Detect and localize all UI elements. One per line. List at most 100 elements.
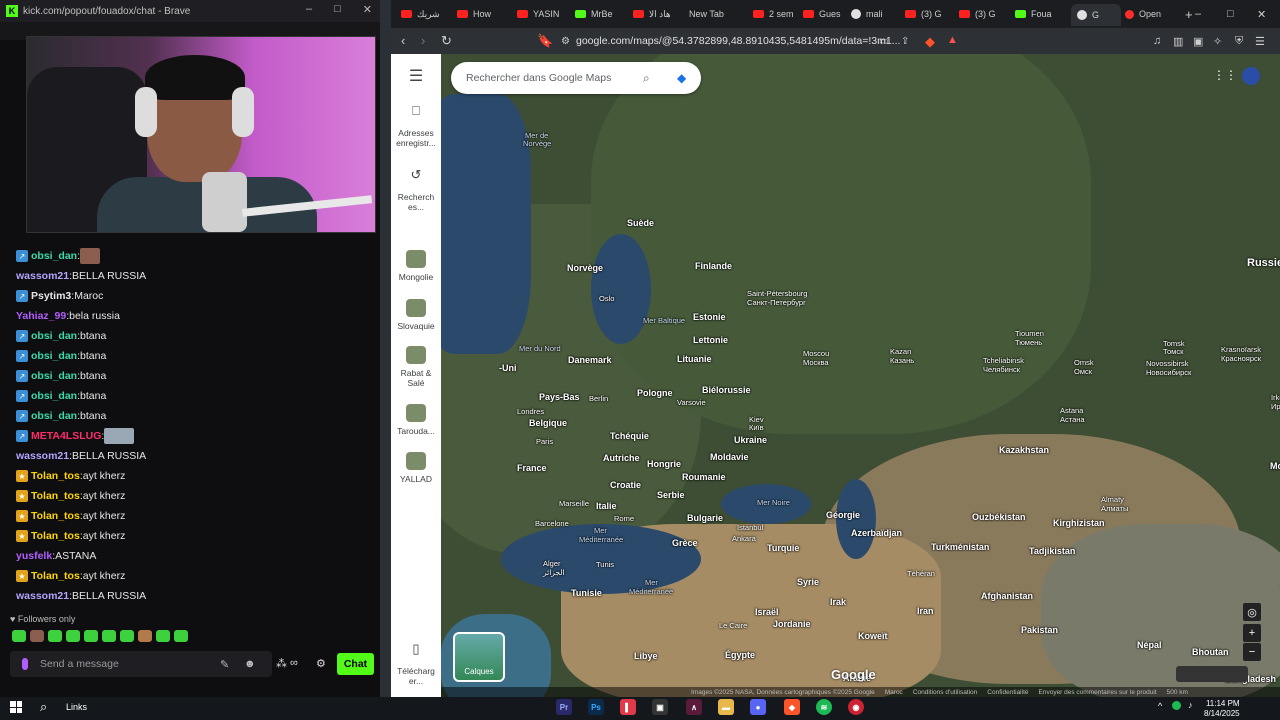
map-label[interactable]: Lettonie [693,335,728,345]
emote-icon[interactable] [30,630,44,642]
minimize-button[interactable]: – [306,3,312,16]
camera-icon[interactable]: ▣ [652,699,668,715]
browser-tab[interactable]: New Tab [689,5,749,23]
chat-username[interactable]: Tolan_tos [31,530,80,542]
sidebar-item[interactable]: Slovaquie [391,299,441,331]
sidebar-item[interactable]: ⎕ Adresses enregistr... [391,104,441,148]
after-effects-icon[interactable]: ∧ [686,699,702,715]
map-label[interactable]: Rome [614,514,634,523]
zoom-out-button[interactable]: − [1243,643,1261,661]
feedback-link[interactable]: Envoyer des commentaires sur le produit [1039,689,1157,696]
browser-tab[interactable]: (3) G [905,5,955,23]
chat-username[interactable]: obsi_dan [31,330,77,342]
site-info-icon[interactable]: ⚙ [561,36,570,47]
map-label[interactable]: Bhoutan [1192,647,1229,657]
map-label[interactable]: Ouzbékistan [972,512,1026,522]
map-label[interactable]: Estonie [693,312,726,322]
browser-tab[interactable]: Foua [1015,5,1067,23]
map-label[interactable]: Томск [1163,347,1183,356]
map-label[interactable]: Irak [830,597,846,607]
map-canvas[interactable]: Russie Suède Finlande Norvège Oslo Saint-Péte… [441,54,1280,697]
map-label[interactable]: Mongolie [1270,461,1280,471]
obs-icon[interactable]: ◉ [848,699,864,715]
map-label[interactable]: Tioumen [1015,329,1044,338]
map-label[interactable]: Tcheliabinsk [983,356,1024,365]
map-label[interactable]: Mer [594,526,607,535]
map-label[interactable]: Almaty [1101,495,1124,504]
chat-input[interactable]: Send a message ✎ ☻ [10,651,272,677]
browser-tab[interactable]: هاد الا [633,5,685,23]
chat-username[interactable]: wassom21 [16,270,69,282]
map-label[interactable]: Красноярск [1221,354,1261,363]
map-label[interactable]: Алматы [1101,504,1128,513]
maximize-button[interactable]: □ [1227,5,1234,23]
map-label[interactable]: Oslo [599,294,614,303]
url-field[interactable]: google.com/maps/@54.3782899,48.8910435,5… [576,35,900,47]
map-label[interactable]: Iran [917,606,934,616]
map-label[interactable]: Autriche [603,453,640,463]
chat-username[interactable]: Yahiaz_99 [16,310,66,322]
map-label[interactable]: Serbie [657,490,685,500]
map-label[interactable]: Azerbaïdjan [851,528,902,538]
volume-icon[interactable]: ♪ [1188,700,1193,710]
map-label[interactable]: Bulgarie [687,513,723,523]
chat-username[interactable]: Tolan_tos [31,470,80,482]
browser-tab[interactable]: mali [851,5,901,23]
sidebar-item[interactable]: ↺ Recherch es... [391,168,441,212]
map-label[interactable]: Roumanie [682,472,726,482]
brave-rewards-icon[interactable]: ▲ [947,34,958,46]
windows-start-icon[interactable] [10,701,22,713]
map-label[interactable]: Téhéran [907,569,935,578]
map-label[interactable]: Челябинск [983,365,1020,374]
chat-username[interactable]: wassom21 [16,450,69,462]
install-icon[interactable]: ▭ [879,36,888,47]
emote-icon[interactable] [102,630,116,642]
brave-taskbar-icon[interactable]: ◆ [784,699,800,715]
avatar[interactable] [1242,67,1260,85]
close-button[interactable]: ✕ [363,3,372,16]
search-icon[interactable]: ⌕ [643,71,650,86]
chat-username[interactable]: obsi_dan [31,390,77,402]
map-label[interactable]: Казань [890,356,914,365]
map-label[interactable]: Mer du Nord [519,344,561,353]
map-label[interactable]: Mer [645,578,658,587]
map-label[interactable]: Moldavie [710,452,749,462]
map-label[interactable]: Afghanistan [981,591,1033,601]
chat-username[interactable]: obsi_dan [31,370,77,382]
map-label[interactable]: Saint-Pétersbourg [747,289,807,298]
links-toolbar[interactable]: Links [66,702,87,712]
map-label[interactable]: Syrie [797,577,819,587]
map-label[interactable]: Marseille [559,499,589,508]
minimize-button[interactable]: – [1195,5,1201,23]
map-label[interactable]: Grèce [672,538,698,548]
menu-hamburger-icon[interactable]: ☰ [391,69,441,85]
chat-username[interactable]: Tolan_tos [31,490,80,502]
map-label[interactable]: Київ [749,423,764,432]
back-icon[interactable]: ‹ [401,33,405,48]
map-label[interactable]: Norvège [567,263,603,273]
map-label[interactable]: Тюмень [1015,338,1042,347]
chat-username[interactable]: obsi_dan [31,410,77,422]
emote-icon[interactable] [120,630,134,642]
map-label[interactable]: Ankara [732,534,756,543]
map-label[interactable]: France [517,463,547,473]
discord-icon[interactable]: ● [750,699,766,715]
maximize-button[interactable]: □ [334,3,341,16]
tray-app-icon[interactable] [1172,701,1181,710]
map-label[interactable]: Астана [1060,415,1085,424]
brave-shields-icon[interactable]: ◆ [925,34,935,50]
chat-username[interactable]: wassom21 [16,590,69,602]
map-label[interactable]: Berlin [589,394,608,403]
chat-username[interactable]: yusfelk [16,550,52,562]
map-label[interactable]: Tunis [596,560,614,569]
map-label[interactable]: Russie [1247,257,1280,269]
terms-link[interactable]: Conditions d'utilisation [913,689,977,696]
map-label[interactable]: Tadjikistan [1029,546,1075,556]
map-label[interactable]: Hongrie [647,459,681,469]
browser-tab[interactable]: MrBe [575,5,629,23]
map-label[interactable]: الجزائر [543,568,565,577]
sidebar-item[interactable]: YALLAD [391,452,441,484]
sidebar-item[interactable]: ▯ Télécharg er... [391,642,441,686]
forward-icon[interactable]: › [421,33,425,48]
chat-username[interactable]: Tolan_tos [31,510,80,522]
